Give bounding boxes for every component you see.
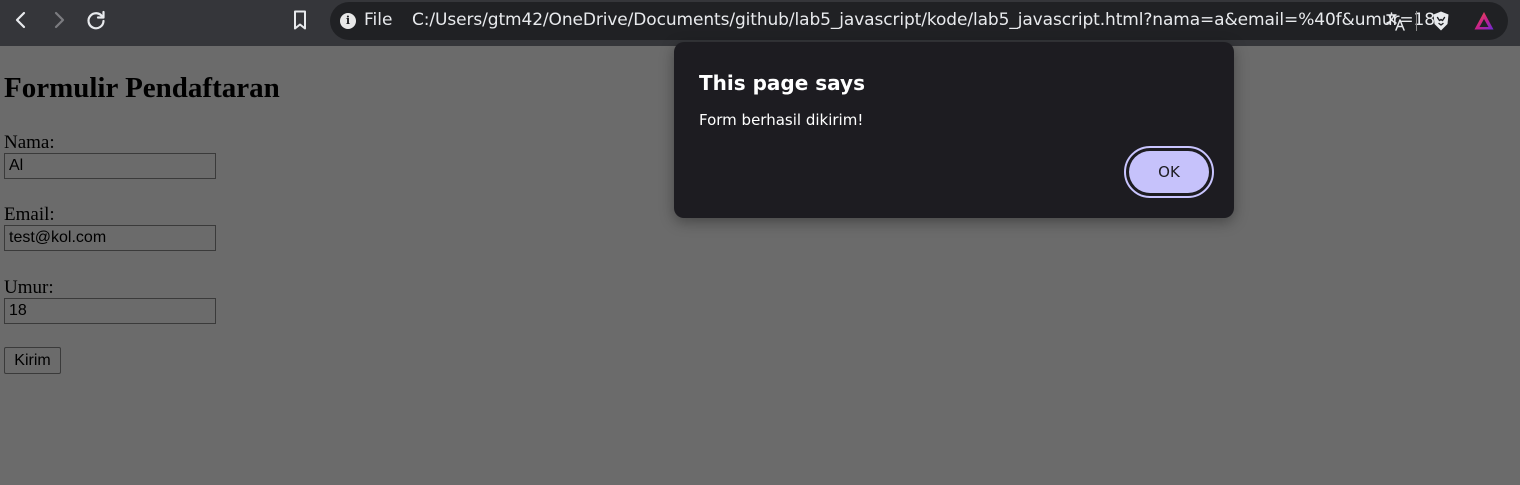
- brave-shield-icon[interactable]: [1430, 10, 1452, 32]
- forward-arrow-icon[interactable]: [44, 5, 74, 35]
- reload-icon[interactable]: [81, 5, 111, 35]
- toolbar-divider: [1416, 11, 1417, 31]
- nama-label: Nama:: [4, 132, 55, 153]
- umur-label: Umur:: [4, 277, 54, 298]
- ok-button-focus-ring: OK: [1124, 146, 1214, 198]
- url-text[interactable]: C:/Users/gtm42/OneDrive/Documents/github…: [412, 10, 1435, 30]
- alert-dialog: This page says Form berhasil dikirim! OK: [674, 42, 1234, 218]
- bookmark-icon[interactable]: [285, 5, 315, 35]
- dialog-title: This page says: [699, 71, 865, 95]
- dialog-message: Form berhasil dikirim!: [699, 111, 864, 129]
- submit-button[interactable]: Kirim: [4, 347, 61, 374]
- scheme-label: File: [364, 10, 393, 30]
- ok-button[interactable]: OK: [1129, 151, 1209, 193]
- info-icon[interactable]: i: [340, 13, 356, 29]
- email-input[interactable]: test@kol.com: [4, 225, 216, 251]
- page-title: Formulir Pendaftaran: [4, 72, 280, 104]
- brave-rewards-icon[interactable]: [1473, 10, 1495, 32]
- translate-icon[interactable]: [1385, 10, 1407, 32]
- browser-toolbar: i File C:/Users/gtm42/OneDrive/Documents…: [0, 0, 1520, 46]
- umur-input[interactable]: 18: [4, 298, 216, 324]
- email-label: Email:: [4, 204, 55, 225]
- address-bar[interactable]: i File C:/Users/gtm42/OneDrive/Documents…: [330, 2, 1508, 40]
- nama-input[interactable]: Al: [4, 153, 216, 179]
- back-arrow-icon[interactable]: [6, 5, 36, 35]
